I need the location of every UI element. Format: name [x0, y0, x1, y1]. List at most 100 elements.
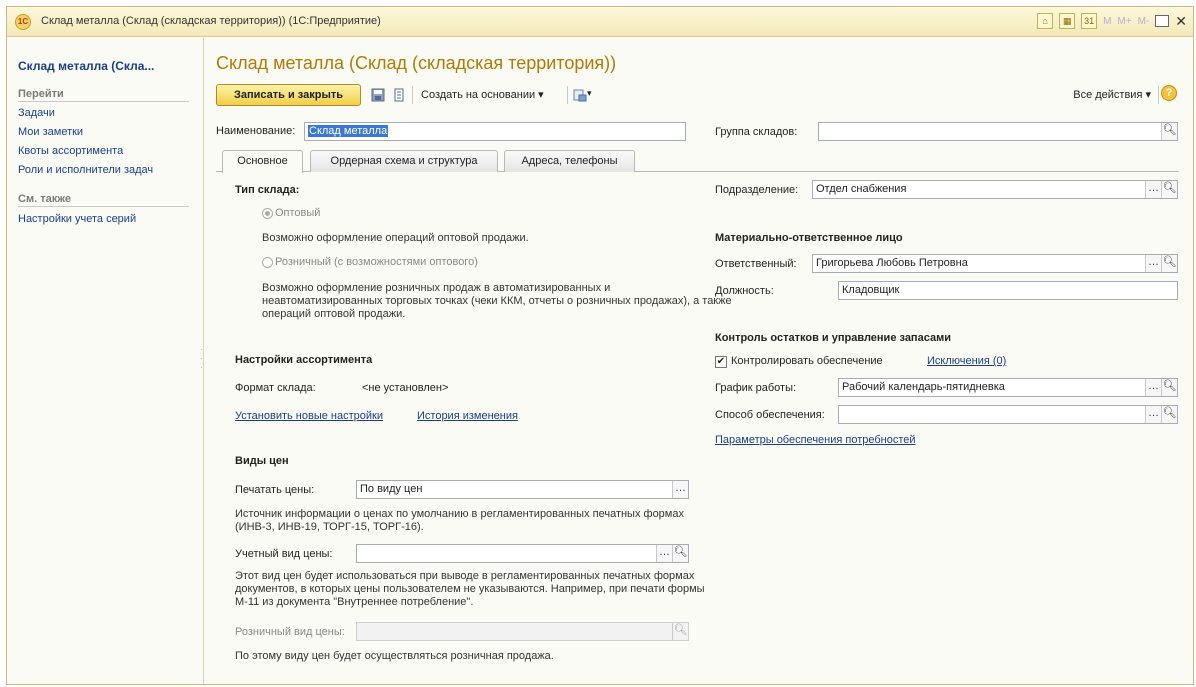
warehouse-group-input[interactable]: 🔍︎	[818, 122, 1178, 141]
supply-method-input[interactable]: … 🔍︎	[838, 405, 1178, 424]
search-icon[interactable]: 🔍︎	[1161, 181, 1177, 198]
retail-radio[interactable]	[262, 257, 273, 268]
page-title: Склад металла (Склад (складская территор…	[216, 53, 617, 73]
supply-params-link[interactable]: Параметры обеспечения потребностей	[715, 434, 916, 446]
wholesale-description: Возможно оформление операций оптовой про…	[262, 232, 529, 244]
control-supply-label: Контролировать обеспечение	[731, 355, 883, 367]
toolbar-separator	[412, 86, 413, 104]
save-and-close-button[interactable]: Записать и закрыть	[216, 84, 361, 106]
accounting-price-input[interactable]: … 🔍︎	[356, 544, 689, 563]
change-history-link[interactable]: История изменения	[417, 410, 518, 422]
sidebar-item-notes[interactable]: Мои заметки	[18, 126, 83, 138]
sidebar-item-series-settings[interactable]: Настройки учета серий	[18, 213, 136, 225]
document-icon[interactable]	[392, 88, 406, 102]
set-new-settings-link[interactable]: Установить новые настройки	[235, 410, 383, 422]
create-based-on-button[interactable]: Создать на основании ▾	[421, 88, 544, 101]
memory-plus-button[interactable]: M+	[1117, 16, 1131, 27]
navigation-panel: Склад металла (Скла... Перейти Задачи Мо…	[7, 38, 204, 684]
calendar-icon[interactable]: 31	[1081, 13, 1098, 29]
all-actions-button[interactable]: Все действия ▾	[1073, 88, 1151, 101]
accounting-price-label: Учетный вид цены:	[235, 548, 333, 560]
search-icon[interactable]: 🔍︎	[1161, 255, 1177, 272]
stock-control-heading: Контроль остатков и управление запасами	[715, 332, 951, 344]
search-icon[interactable]: 🔍︎	[1161, 406, 1177, 423]
form-area: Склад металла (Склад (складская территор…	[205, 38, 1193, 684]
sidebar-item-assortment-quotas[interactable]: Квоты ассортимента	[18, 145, 123, 157]
toolbar-separator	[567, 86, 568, 104]
tab-main[interactable]: Основное	[222, 150, 303, 173]
accounting-price-description: Этот вид цен будет использоваться при вы…	[235, 570, 705, 608]
name-value: Склад металла	[308, 125, 389, 137]
tab-addresses[interactable]: Адреса, телефоны	[504, 150, 635, 172]
name-input[interactable]: Склад металла	[304, 122, 686, 141]
position-value: Кладовщик	[842, 284, 900, 296]
close-icon[interactable]: ✕	[1175, 14, 1187, 28]
warehouse-format-value: <не установлен>	[362, 382, 449, 394]
responsible-input[interactable]: Григорьева Любовь Петровна … 🔍︎	[812, 254, 1178, 273]
price-types-heading: Виды цен	[235, 455, 289, 467]
warehouse-type-heading: Тип склада:	[235, 184, 300, 196]
work-schedule-value: Рабочий календарь-пятидневка	[842, 381, 1005, 393]
save-icon[interactable]	[371, 88, 385, 102]
sidebar-see-also-heading: См. также	[18, 193, 189, 207]
sidebar-title: Склад металла (Скла...	[18, 59, 155, 73]
toolbar-separator	[1158, 86, 1159, 104]
wholesale-radio[interactable]	[262, 208, 273, 219]
search-icon[interactable]: 🔍︎	[672, 545, 688, 562]
print-prices-description: Источник информации о ценах по умолчанию…	[235, 508, 684, 533]
position-label: Должность:	[715, 285, 774, 297]
help-icon[interactable]: ?	[1161, 85, 1177, 101]
responsible-label: Ответственный:	[715, 258, 797, 270]
print-prices-label: Печатать цены:	[235, 484, 315, 496]
search-icon[interactable]: 🔍︎	[1161, 123, 1177, 140]
work-schedule-label: График работы:	[715, 382, 797, 394]
print-menu-chevron-icon[interactable]: ▾	[587, 88, 592, 99]
tab-order-scheme[interactable]: Ордерная схема и структура	[310, 150, 498, 172]
title-bar: 1С Склад металла (Склад (складская терри…	[7, 7, 1193, 37]
memory-m-button[interactable]: M	[1103, 16, 1111, 27]
select-dots-icon[interactable]: …	[1145, 379, 1161, 396]
retail-description: Возможно оформление розничных продаж в а…	[262, 282, 732, 320]
search-icon[interactable]: 🔍︎	[1161, 379, 1177, 396]
department-input[interactable]: Отдел снабжения … 🔍︎	[812, 180, 1178, 199]
exceptions-link[interactable]: Исключения (0)	[927, 355, 1006, 367]
sidebar-goto-heading: Перейти	[18, 88, 189, 102]
wholesale-label: Оптовый	[275, 207, 321, 219]
work-schedule-input[interactable]: Рабочий календарь-пятидневка … 🔍︎	[838, 378, 1178, 397]
retail-price-description: По этому виду цен будет осуществляться р…	[235, 650, 554, 662]
select-dots-icon[interactable]: …	[672, 481, 688, 498]
search-icon: 🔍︎	[672, 623, 688, 640]
responsible-person-heading: Материально-ответственное лицо	[715, 232, 903, 244]
select-dots-icon[interactable]: …	[656, 545, 672, 562]
warehouse-format-label: Формат склада:	[235, 382, 316, 394]
print-prices-select[interactable]: По виду цен …	[356, 480, 689, 499]
select-dots-icon[interactable]: …	[1145, 181, 1161, 198]
name-label: Наименование:	[216, 125, 296, 137]
select-dots-icon[interactable]: …	[1145, 255, 1161, 272]
control-supply-checkbox[interactable]: ✔	[715, 356, 727, 368]
position-input[interactable]: Кладовщик	[838, 281, 1178, 300]
retail-price-input: 🔍︎	[356, 622, 689, 641]
app-window: 1С Склад металла (Склад (складская терри…	[6, 6, 1194, 685]
print-menu-icon[interactable]	[573, 88, 587, 102]
panel-resize-grip[interactable]: · · ·	[200, 345, 203, 372]
select-dots-icon[interactable]: …	[1145, 406, 1161, 423]
create-based-on-label: Создать на основании	[421, 89, 536, 101]
retail-price-label: Розничный вид цены:	[235, 626, 345, 638]
retail-label: Розничный (с возможностями оптового)	[275, 256, 478, 268]
memory-minus-button[interactable]: M-	[1138, 16, 1150, 27]
calculator-icon[interactable]: ▦	[1059, 13, 1076, 29]
sidebar-item-task-roles[interactable]: Роли и исполнители задач	[18, 164, 153, 176]
app-logo-icon: 1С	[15, 14, 31, 30]
window-title: Склад металла (Склад (складская территор…	[41, 15, 381, 27]
title-bar-controls: ⌂ ▦ 31 M M+ M- ✕	[1037, 13, 1187, 29]
supply-method-label: Способ обеспечения:	[715, 409, 825, 421]
restore-window-icon[interactable]	[1155, 15, 1170, 27]
department-value: Отдел снабжения	[816, 183, 907, 195]
responsible-value: Григорьева Любовь Петровна	[816, 257, 968, 269]
sidebar-item-tasks[interactable]: Задачи	[18, 107, 55, 119]
department-label: Подразделение:	[715, 184, 799, 196]
home-icon[interactable]: ⌂	[1037, 13, 1054, 29]
warehouse-group-label: Группа складов:	[715, 126, 798, 138]
all-actions-label: Все действия	[1073, 89, 1143, 101]
